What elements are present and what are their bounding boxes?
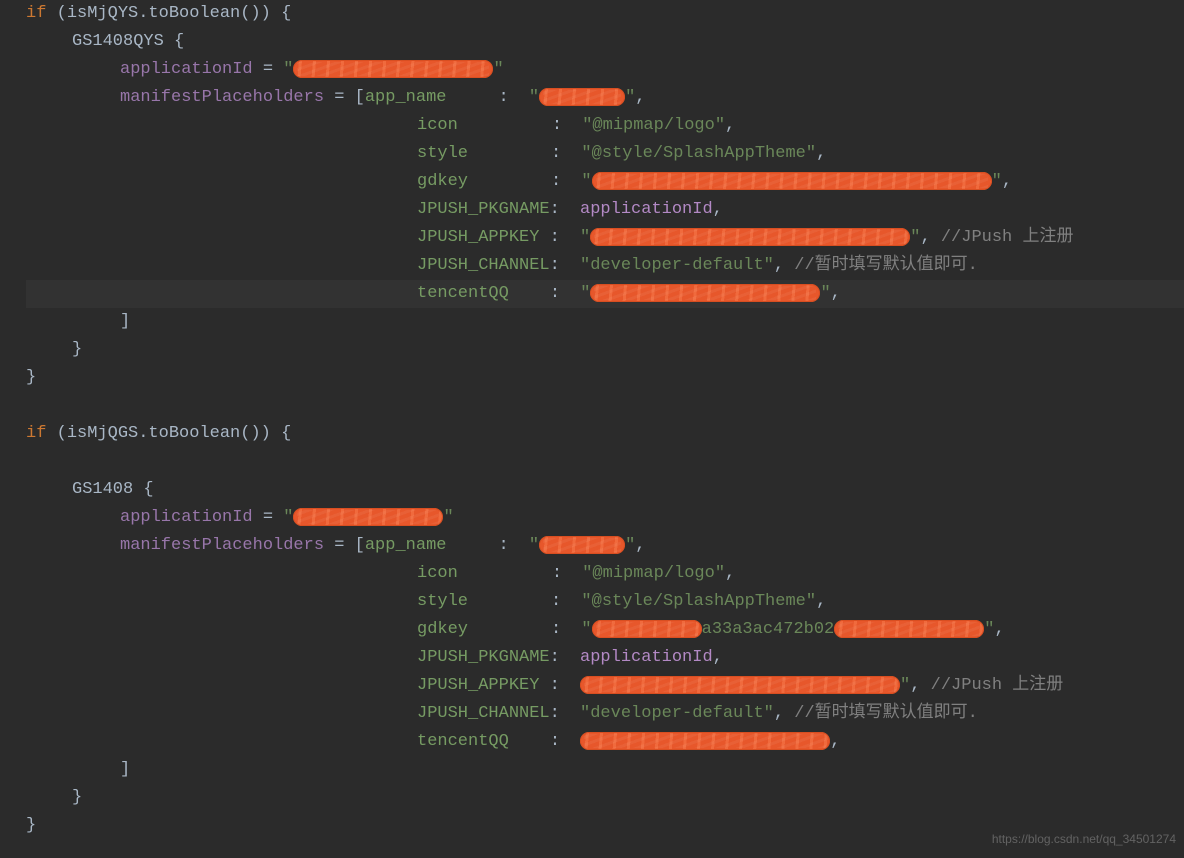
redaction-icon [293, 60, 493, 78]
code-line: if (isMjQYS.toBoolean()) { [26, 0, 1184, 28]
code-line: style: "@style/SplashAppTheme", [26, 140, 1184, 168]
code-line: JPUSH_CHANNEL: "developer-default", //暂时… [26, 252, 1184, 280]
code-line: JPUSH_PKGNAME: applicationId, [26, 644, 1184, 672]
code-line-current: tencentQQ: "", [26, 280, 1184, 308]
redaction-icon [834, 620, 984, 638]
code-line: manifestPlaceholders = [app_name: "", [26, 532, 1184, 560]
code-line: gdkey: "a33a3ac472b02", [26, 616, 1184, 644]
code-line: if (isMjQGS.toBoolean()) { [26, 420, 1184, 448]
code-line: JPUSH_PKGNAME: applicationId, [26, 196, 1184, 224]
blank-line [26, 448, 1184, 476]
code-line: } [26, 784, 1184, 812]
keyword-if: if [26, 424, 46, 443]
code-line: JPUSH_APPKEY : "", //JPush 上注册 [26, 224, 1184, 252]
code-line: gdkey: "", [26, 168, 1184, 196]
code-line: style: "@style/SplashAppTheme", [26, 588, 1184, 616]
redaction-icon [580, 732, 830, 750]
redaction-icon [580, 676, 900, 694]
code-line: applicationId = "" [26, 504, 1184, 532]
redaction-icon [539, 88, 625, 106]
redaction-icon [590, 284, 820, 302]
code-line: JPUSH_CHANNEL: "developer-default", //暂时… [26, 700, 1184, 728]
code-line: GS1408QYS { [26, 28, 1184, 56]
code-editor[interactable]: if (isMjQYS.toBoolean()) { GS1408QYS { a… [0, 0, 1184, 840]
code-line: manifestPlaceholders = [app_name: "", [26, 84, 1184, 112]
code-line: } [26, 336, 1184, 364]
redaction-icon [293, 508, 443, 526]
watermark-text: https://blog.csdn.net/qq_34501274 [992, 825, 1176, 853]
keyword-if: if [26, 4, 46, 23]
code-line: applicationId = "" [26, 56, 1184, 84]
code-line: GS1408 { [26, 476, 1184, 504]
code-line: icon: "@mipmap/logo", [26, 560, 1184, 588]
redaction-icon [539, 536, 625, 554]
code-line: icon: "@mipmap/logo", [26, 112, 1184, 140]
code-line: ] [26, 756, 1184, 784]
redaction-icon [592, 620, 702, 638]
redaction-icon [592, 172, 992, 190]
code-line: JPUSH_APPKEY : ", //JPush 上注册 [26, 672, 1184, 700]
code-line: ] [26, 308, 1184, 336]
code-line: tencentQQ: , [26, 728, 1184, 756]
redaction-icon [590, 228, 910, 246]
blank-line [26, 392, 1184, 420]
code-line: } [26, 364, 1184, 392]
